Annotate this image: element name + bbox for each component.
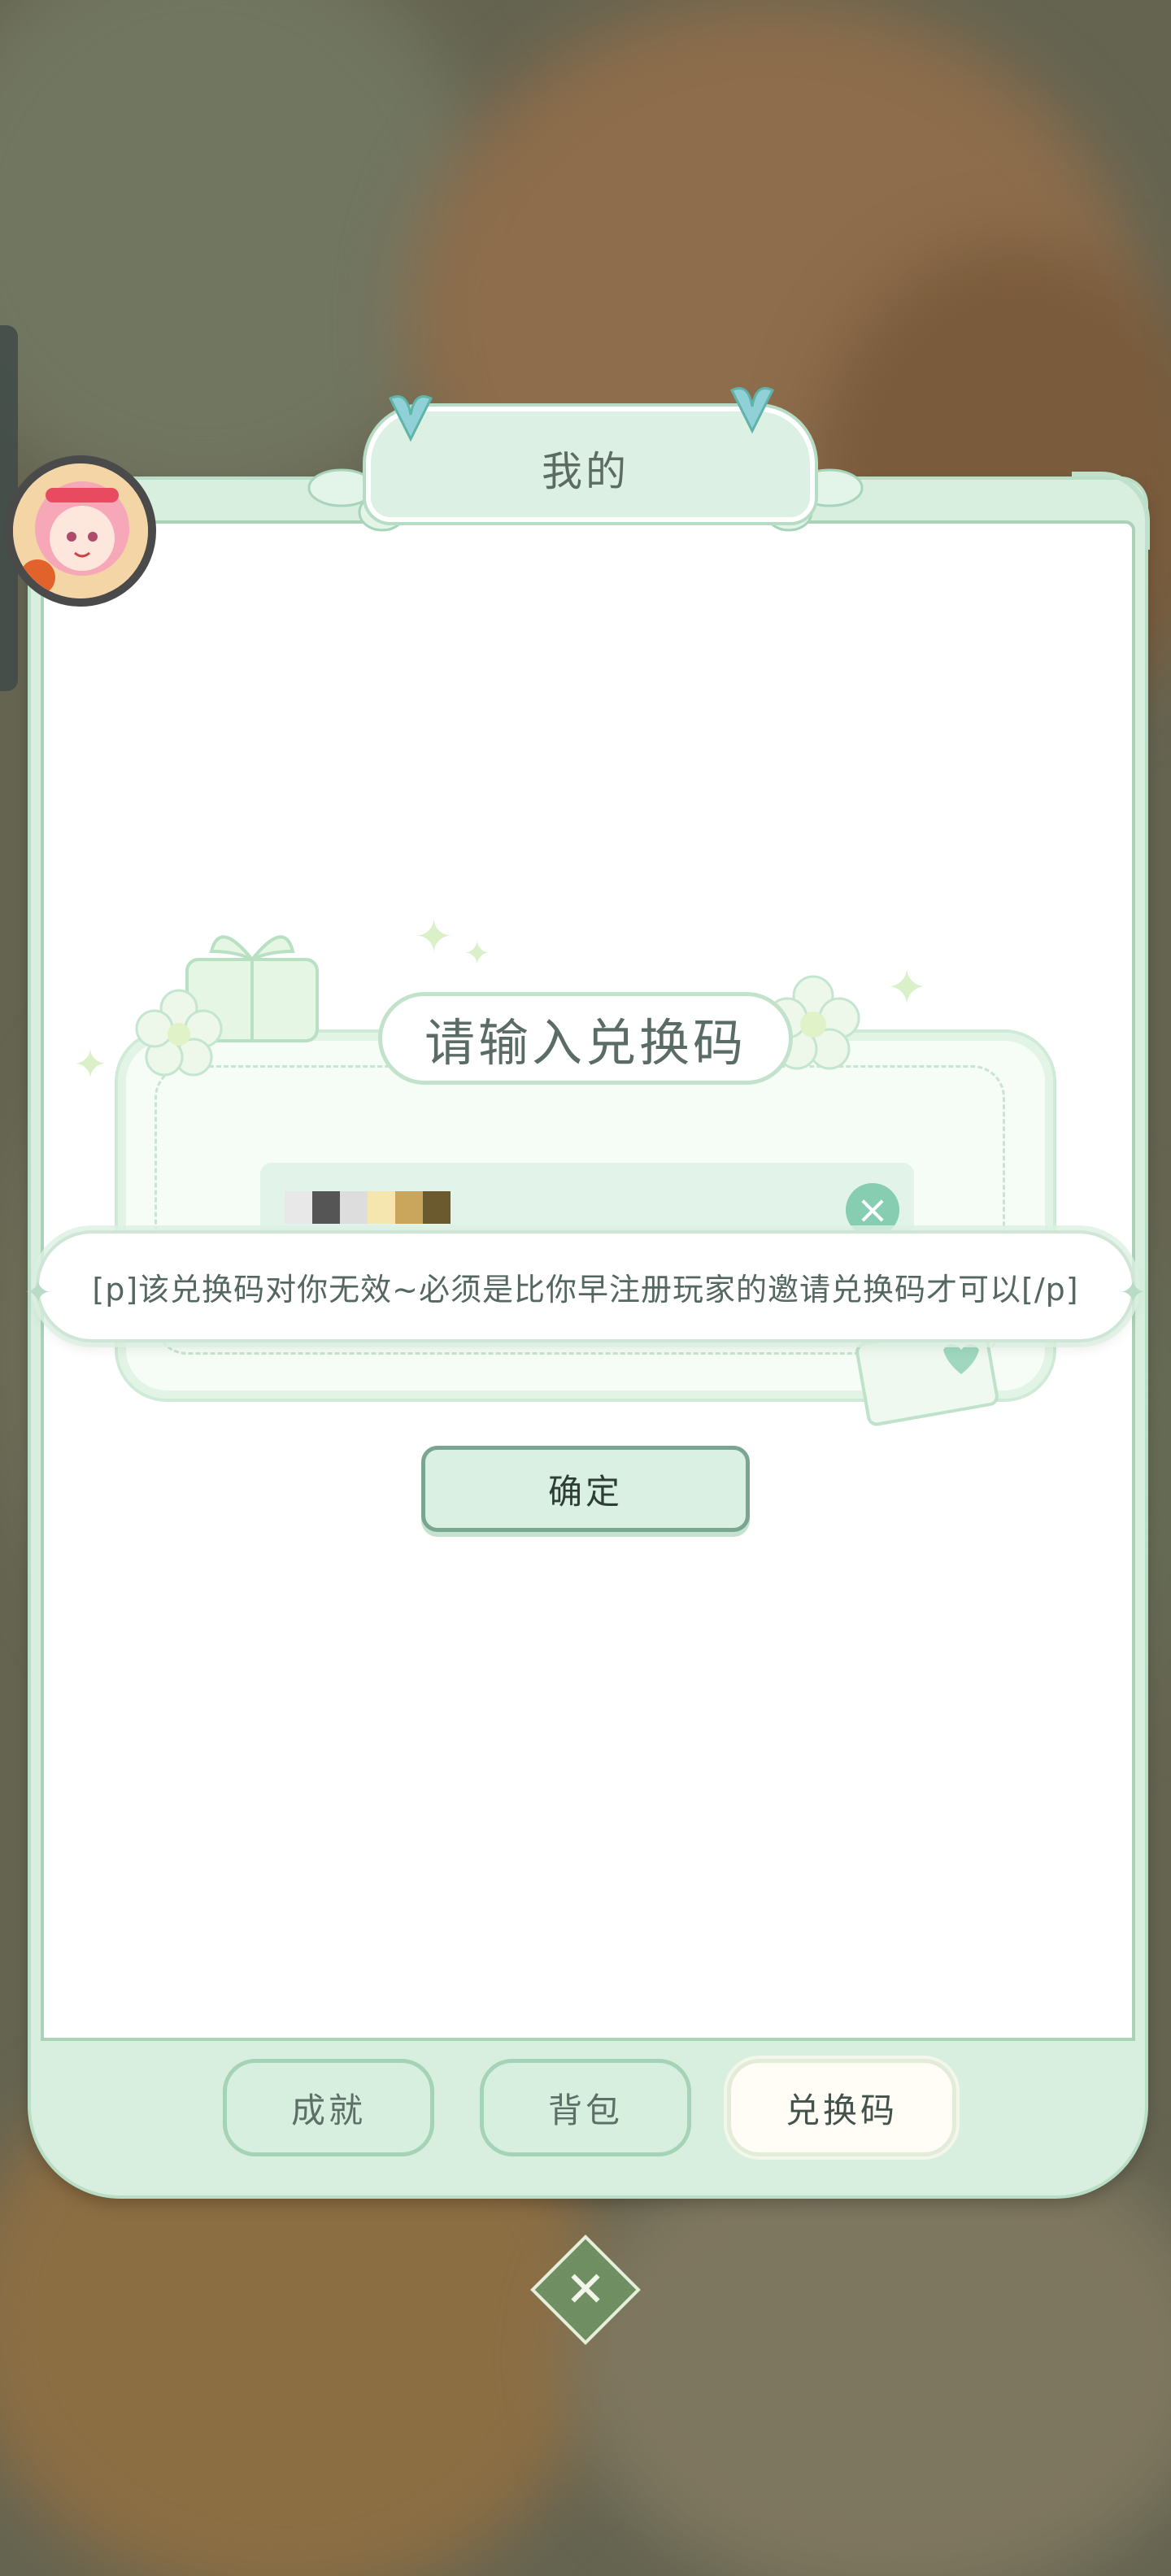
- confirm-button[interactable]: 确定: [421, 1446, 750, 1532]
- redeem-title: 请输入兑换码: [424, 1013, 747, 1073]
- sparkle-icon: ✦: [886, 959, 928, 1016]
- tab-achievements[interactable]: 成就: [223, 2059, 434, 2156]
- sparkle-icon: ✦: [1119, 1274, 1147, 1312]
- panel-header: 我的: [293, 387, 878, 537]
- page-title: 我的: [542, 448, 629, 495]
- masked-code-value: [285, 1191, 451, 1224]
- error-toast: ✦ [p]该兑换码对你无效~必须是比你早注册玩家的邀请兑换码才可以[/p] ✦: [24, 1230, 1147, 1342]
- sparkle-icon: ✦: [73, 1041, 107, 1088]
- sparkle-icon: ✦: [464, 935, 491, 973]
- player-avatar[interactable]: [5, 455, 156, 607]
- butterfly-icon: [729, 387, 775, 434]
- tab-backpack[interactable]: 背包: [480, 2059, 691, 2156]
- close-icon[interactable]: ✕: [546, 2251, 625, 2329]
- sparkle-icon: ✦: [415, 911, 453, 964]
- flower-icon: [135, 989, 223, 1077]
- avatar-portrait-icon: [13, 463, 148, 598]
- redeem-title-pill: 请输入兑换码: [378, 992, 793, 1085]
- clear-input-icon[interactable]: ×: [846, 1183, 899, 1237]
- sparkle-icon: ✦: [24, 1274, 52, 1312]
- tab-redeem-code[interactable]: 兑换码: [727, 2059, 956, 2156]
- toast-message: [p]该兑换码对你无效~必须是比你早注册玩家的邀请兑换码才可以[/p]: [92, 1271, 1079, 1308]
